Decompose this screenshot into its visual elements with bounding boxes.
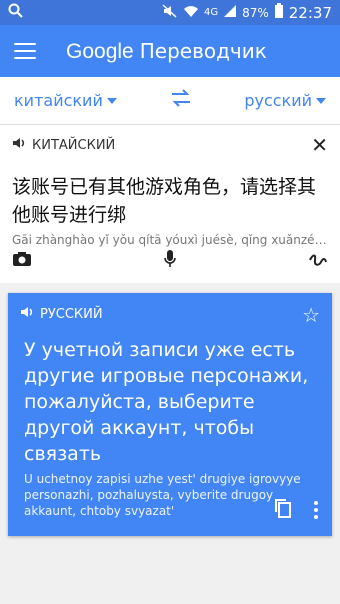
source-language-selector[interactable]: китайский bbox=[14, 91, 117, 110]
close-icon[interactable]: ✕ bbox=[311, 135, 328, 155]
menu-icon[interactable] bbox=[14, 43, 36, 59]
translation-text: У учетной записи уже есть другие игровые… bbox=[24, 339, 309, 465]
brand-name: Google bbox=[66, 39, 134, 63]
signal-icon bbox=[223, 4, 237, 22]
speaker-icon[interactable] bbox=[12, 136, 26, 154]
mic-icon[interactable] bbox=[163, 249, 177, 273]
copy-icon[interactable] bbox=[274, 498, 292, 522]
app-name: Переводчик bbox=[139, 38, 267, 63]
language-bar: китайский русский bbox=[0, 77, 340, 125]
source-label: КИТАЙСКИЙ bbox=[12, 136, 115, 154]
wifi-icon bbox=[183, 4, 199, 22]
target-language-selector[interactable]: русский bbox=[244, 91, 326, 110]
target-language-label: русский bbox=[244, 91, 312, 110]
search-icon bbox=[8, 3, 24, 23]
chevron-down-icon bbox=[316, 97, 326, 104]
status-icons: 4G 87% 22:37 bbox=[162, 2, 332, 23]
source-transliteration: Gāi zhànghào yǐ yǒu qítā yóuxì juésè, qǐ… bbox=[12, 233, 328, 247]
target-label: РУССКИЙ bbox=[20, 305, 320, 323]
swap-icon[interactable] bbox=[170, 89, 192, 112]
speaker-icon[interactable] bbox=[20, 305, 34, 323]
translation-card: РУССКИЙ ☆ У учетной записи уже есть друг… bbox=[8, 293, 332, 536]
status-bar: 4G 87% 22:37 bbox=[0, 0, 340, 25]
battery-icon bbox=[274, 2, 284, 23]
source-card: КИТАЙСКИЙ ✕ 该账号已有其他游戏角色，请选择其他账号进行绑 Gāi z… bbox=[0, 125, 340, 283]
app-title: Google Переводчик bbox=[66, 39, 267, 64]
clock: 22:37 bbox=[288, 3, 332, 22]
mute-icon bbox=[162, 3, 178, 22]
more-icon[interactable] bbox=[314, 501, 318, 519]
star-icon[interactable]: ☆ bbox=[302, 303, 320, 327]
app-bar: Google Переводчик bbox=[0, 25, 340, 77]
chevron-down-icon bbox=[106, 97, 117, 104]
source-language-label: китайский bbox=[14, 91, 103, 110]
network-label: 4G bbox=[203, 7, 219, 18]
source-text[interactable]: 该账号已有其他游戏角色，请选择其他账号进行绑 bbox=[12, 173, 328, 229]
battery-level: 87% bbox=[242, 5, 269, 20]
camera-icon[interactable] bbox=[12, 251, 32, 271]
handwriting-icon[interactable] bbox=[308, 250, 328, 272]
